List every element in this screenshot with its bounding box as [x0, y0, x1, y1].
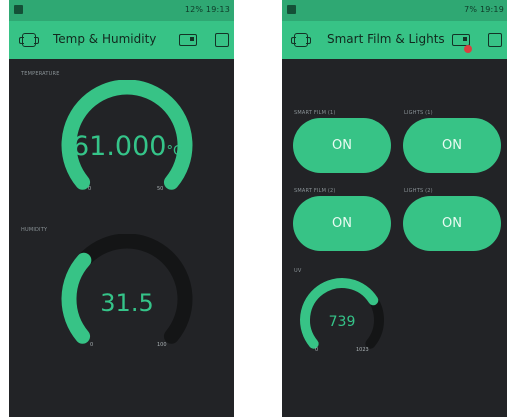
app-title: Smart Film & Lights — [327, 32, 445, 46]
uv-gauge: 739 0 1023 — [292, 276, 392, 360]
lights-1-label: LIGHTS (1) — [404, 110, 433, 116]
smart-film-2-button[interactable]: ON — [293, 196, 391, 251]
notification-icon — [287, 5, 296, 14]
status-bar: 7% 19:19 — [282, 0, 507, 21]
dashboard-icon[interactable] — [19, 33, 39, 47]
uv-label: UV — [294, 268, 302, 274]
uv-value: 739 — [328, 314, 356, 330]
status-bar: 12% 19:13 — [9, 0, 234, 21]
status-text: 7% 19:19 — [464, 5, 504, 14]
humidity-max-label: 100 — [157, 342, 167, 348]
smart-film-2-label: SMART FILM (2) — [294, 188, 336, 194]
uv-min-label: 0 — [315, 347, 319, 353]
temperature-unit: °C — [166, 144, 183, 159]
square-icon[interactable] — [488, 33, 502, 47]
lights-2-label: LIGHTS (2) — [404, 188, 433, 194]
temp-humidity-screen: 12% 19:13 Temp & Humidity TEMPERATURE 61… — [9, 0, 234, 417]
dashboard-icon[interactable] — [291, 33, 311, 47]
app-bar: Temp & Humidity — [9, 21, 234, 59]
smart-film-lights-screen: 7% 19:19 Smart Film & Lights SMART FILM … — [282, 0, 507, 417]
temperature-min-label: 0 — [88, 186, 92, 192]
humidity-gauge: 31.5 0 100 — [52, 234, 202, 359]
humidity-value: 31.5 — [100, 289, 154, 317]
uv-max-label: 1023 — [356, 347, 369, 353]
status-text: 12% 19:13 — [184, 5, 230, 14]
lights-1-button[interactable]: ON — [403, 118, 501, 173]
lights-2-button[interactable]: ON — [403, 196, 501, 251]
humidity-min-label: 0 — [90, 342, 94, 348]
square-icon[interactable] — [215, 33, 229, 47]
smart-film-1-label: SMART FILM (1) — [294, 110, 336, 116]
temperature-value: 61.000°C — [71, 131, 183, 162]
notification-badge — [464, 45, 472, 53]
temperature-max-label: 50 — [157, 186, 164, 192]
notification-icon — [14, 5, 23, 14]
smart-film-1-button[interactable]: ON — [293, 118, 391, 173]
app-bar: Smart Film & Lights — [282, 21, 507, 59]
temperature-gauge: 61.000°C 0 50 — [52, 80, 202, 205]
app-title: Temp & Humidity — [53, 32, 157, 46]
humidity-label: HUMIDITY — [21, 227, 48, 233]
temperature-label: TEMPERATURE — [21, 71, 60, 77]
device-icon[interactable] — [179, 34, 197, 46]
